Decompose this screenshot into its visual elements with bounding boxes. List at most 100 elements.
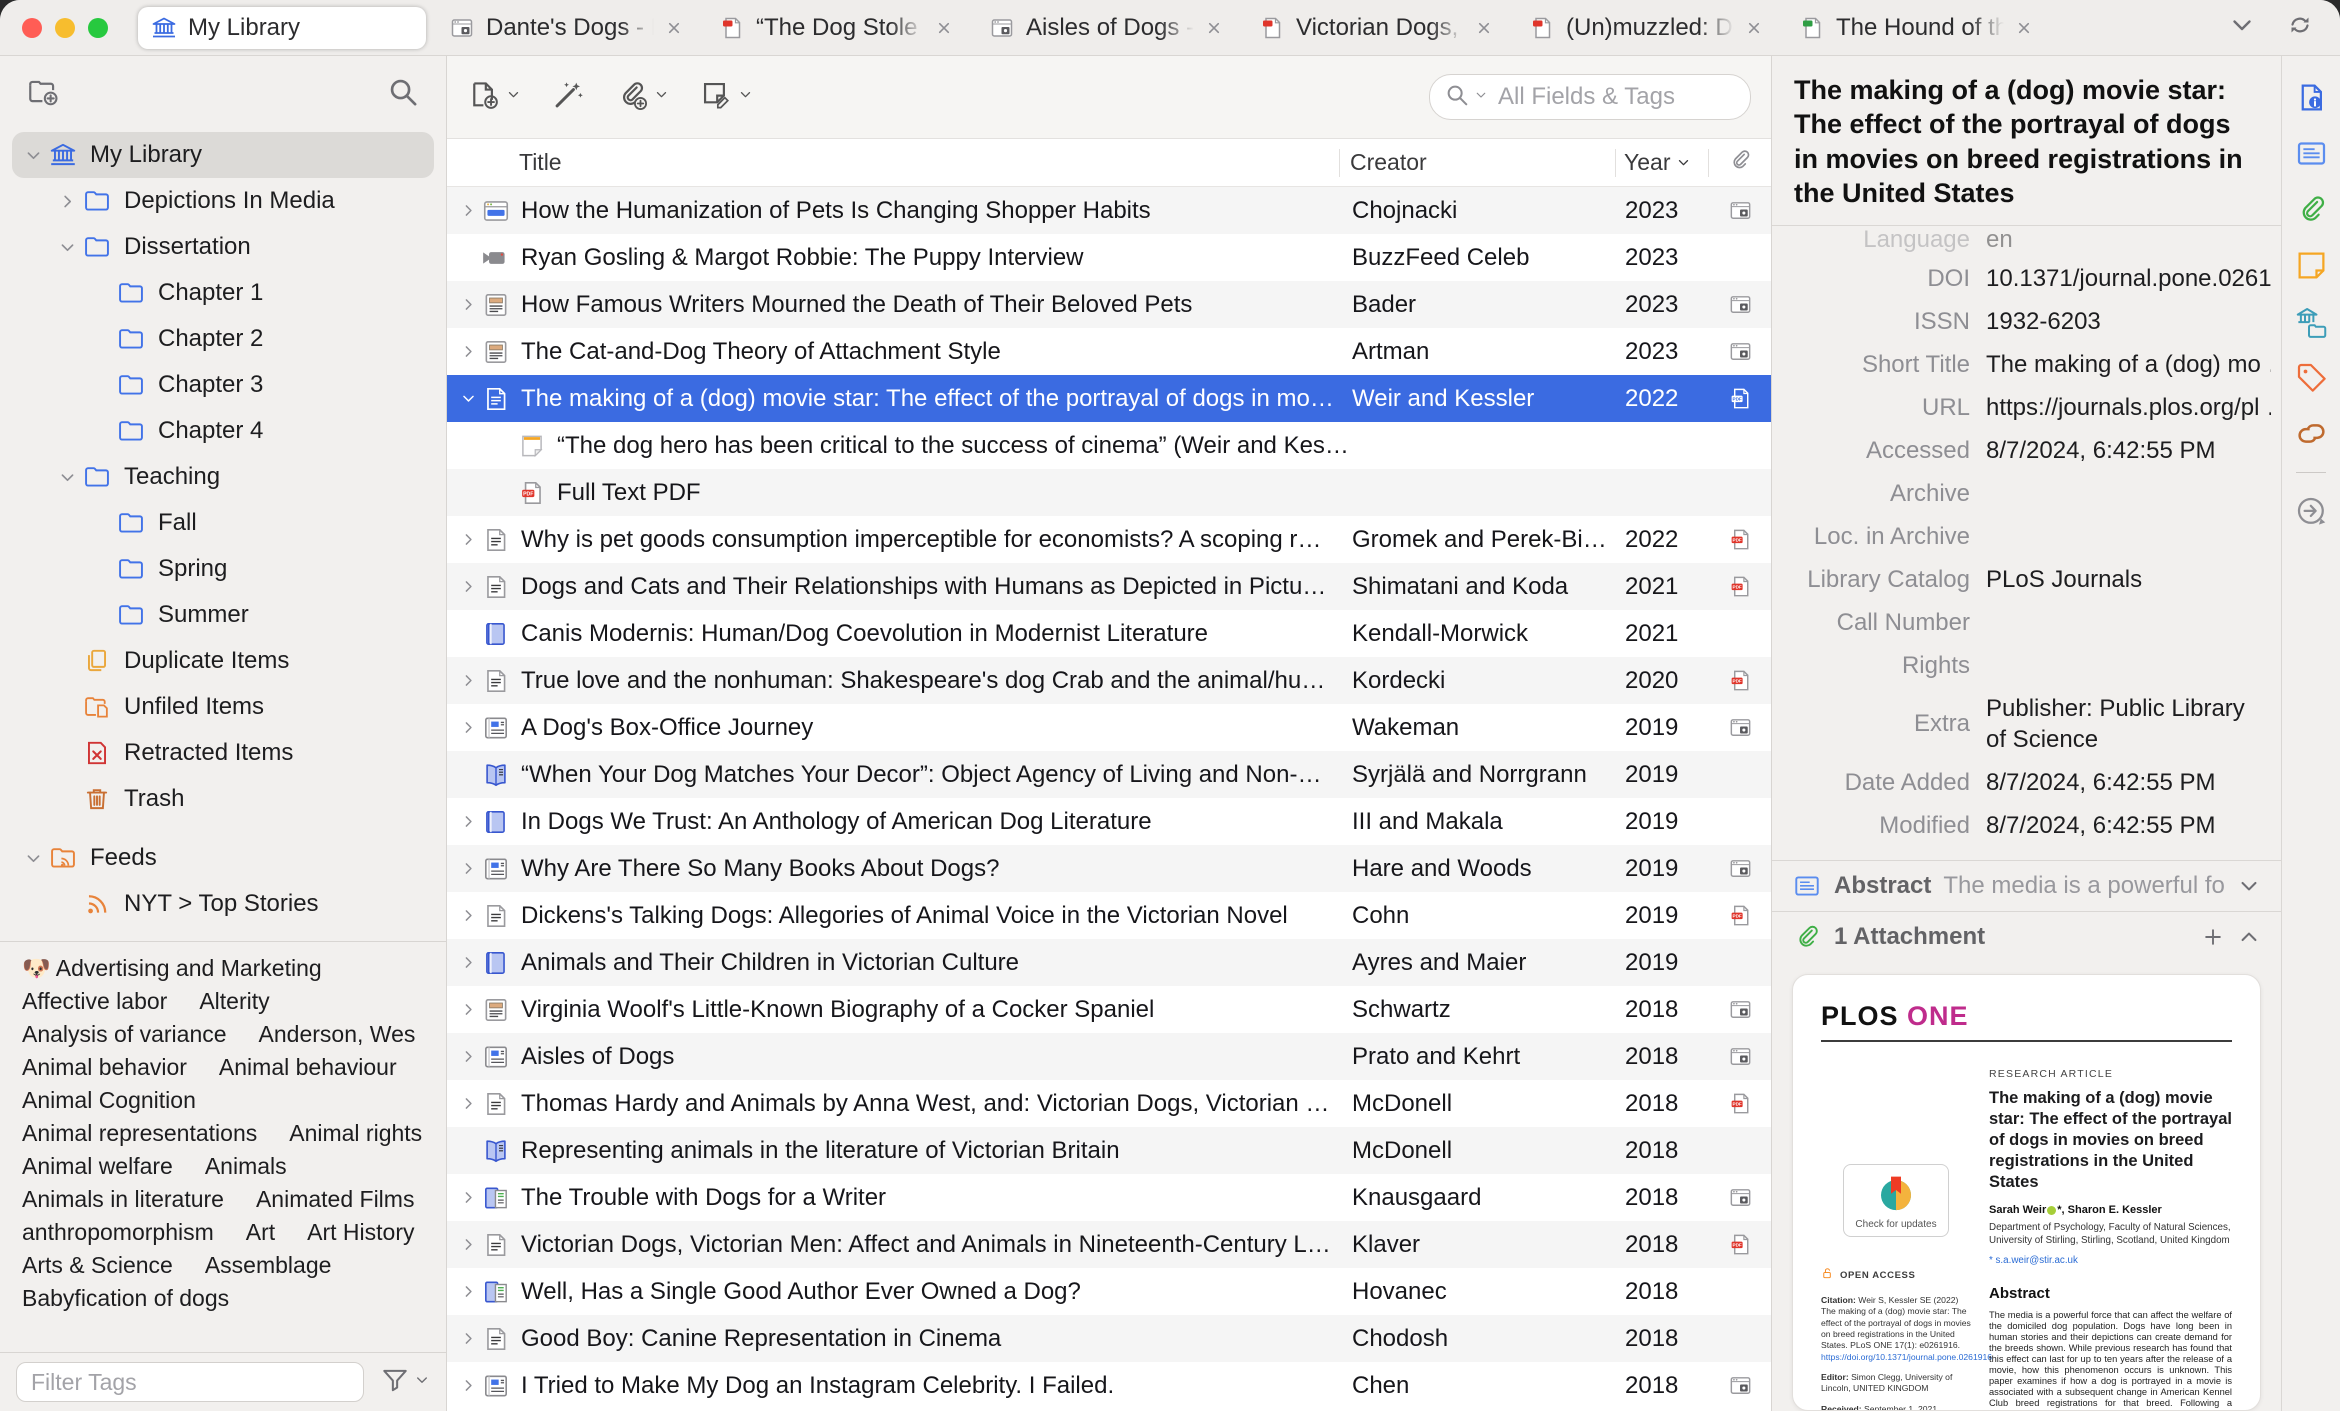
field-value[interactable]: The making of a (dog) mo … [1986, 351, 2271, 379]
tag[interactable]: Animals [205, 1153, 287, 1180]
item-row[interactable]: Canis Modernis: Human/Dog Coevolution in… [447, 610, 1771, 657]
add-attachment-button[interactable] [615, 78, 669, 117]
sidebar-item-chapter-3[interactable]: Chapter 3 [12, 362, 434, 408]
item-row[interactable]: “When Your Dog Matches Your Decor”: Obje… [447, 751, 1771, 798]
item-row[interactable]: A Dog's Box-Office Journey Wakeman 2019 [447, 704, 1771, 751]
sidebar-item-duplicate-items[interactable]: Duplicate Items [12, 638, 434, 684]
column-header-attachment[interactable] [1709, 147, 1771, 179]
sidebar-item-summer[interactable]: Summer [12, 592, 434, 638]
tab-my-library[interactable]: My Library [138, 6, 426, 49]
item-row[interactable]: I Tried to Make My Dog an Instagram Cele… [447, 1362, 1771, 1409]
chevron-right-icon[interactable] [457, 860, 479, 877]
related-pane-icon[interactable] [2294, 416, 2329, 451]
item-row[interactable]: Virginia Woolf's Little-Known Biography … [447, 986, 1771, 1033]
attachment-preview-card[interactable]: PLOS ONE Check for updates OPEN ACCESS C… [1792, 973, 2261, 1411]
libraries-collections-pane-icon[interactable] [2294, 304, 2329, 339]
chevron-down-icon[interactable] [18, 146, 48, 165]
chevron-right-icon[interactable] [457, 343, 479, 360]
tab-list-chevron-icon[interactable] [2228, 11, 2256, 44]
chevron-right-icon[interactable] [457, 531, 479, 548]
item-row[interactable]: Good Boy: Canine Representation in Cinem… [447, 1315, 1771, 1362]
tag[interactable]: Animal behavior [22, 1054, 187, 1081]
close-icon[interactable] [664, 18, 684, 38]
chevron-right-icon[interactable] [457, 1048, 479, 1065]
tab-4[interactable]: Victorian Dogs, Victo [1246, 7, 1506, 49]
add-by-identifier-button[interactable] [551, 78, 585, 117]
chevron-down-icon[interactable] [2237, 874, 2261, 898]
new-note-button[interactable] [699, 78, 753, 117]
chevron-down-icon[interactable] [52, 468, 82, 487]
minimize-window-button[interactable] [55, 17, 75, 38]
tag[interactable]: Art History [307, 1219, 414, 1246]
item-row[interactable]: Victorian Dogs, Victorian Men: Affect an… [447, 1221, 1771, 1268]
tag[interactable]: Alterity [199, 988, 269, 1015]
chevron-right-icon[interactable] [457, 1095, 479, 1112]
field-value[interactable]: 8/7/2024, 6:42:55 PM [1986, 812, 2271, 840]
tab-1[interactable]: Dante's Dogs - Mang [436, 7, 696, 49]
tag[interactable]: Animated Films [256, 1186, 414, 1213]
tab-2[interactable]: “The Dog Stole the P [706, 7, 966, 49]
new-item-button[interactable] [467, 78, 521, 117]
item-row[interactable]: Ryan Gosling & Margot Robbie: The Puppy … [447, 234, 1771, 281]
tags-pane-icon[interactable] [2294, 360, 2329, 395]
sidebar-item-feeds[interactable]: Feeds [12, 835, 434, 881]
tag[interactable]: Anderson, Wes [259, 1021, 416, 1048]
sidebar-item-teaching[interactable]: Teaching [12, 454, 434, 500]
field-value[interactable]: 8/7/2024, 6:42:55 PM [1986, 437, 2271, 465]
attachment-row[interactable]: “The dog hero has been critical to the s… [447, 422, 1771, 469]
chevron-right-icon[interactable] [457, 1283, 479, 1300]
item-row[interactable]: Why is pet goods consumption imperceptib… [447, 516, 1771, 563]
chevron-right-icon[interactable] [457, 1330, 479, 1347]
tag[interactable]: Arts & Science [22, 1252, 173, 1279]
sidebar-item-chapter-2[interactable]: Chapter 2 [12, 316, 434, 362]
item-row[interactable]: Representing animals in the literature o… [447, 1127, 1771, 1174]
item-row[interactable]: Thomas Hardy and Animals by Anna West, a… [447, 1080, 1771, 1127]
tag[interactable]: Analysis of variance [22, 1021, 227, 1048]
item-row[interactable]: Aisles of Dogs Prato and Kehrt 2018 [447, 1033, 1771, 1080]
field-value[interactable]: Publisher: Public Library of Science [1986, 687, 2271, 761]
field-value[interactable]: PLoS Journals [1986, 566, 2271, 594]
chevron-right-icon[interactable] [457, 813, 479, 830]
tag[interactable]: Animals in literature [22, 1186, 224, 1213]
chevron-right-icon[interactable] [457, 719, 479, 736]
search-input[interactable] [1492, 82, 1736, 112]
chevron-right-icon[interactable] [457, 672, 479, 689]
attachments-pane-icon[interactable] [2294, 192, 2329, 227]
chevron-right-icon[interactable] [52, 192, 82, 211]
tag[interactable]: Animal behaviour [219, 1054, 397, 1081]
attachment-row[interactable]: PDF Full Text PDF [447, 469, 1771, 516]
sidebar-item-chapter-1[interactable]: Chapter 1 [12, 270, 434, 316]
item-row[interactable]: Dogs and Cats and Their Relationships wi… [447, 563, 1771, 610]
column-header-title[interactable]: Title [447, 149, 1339, 176]
item-row[interactable]: How Famous Writers Mourned the Death of … [447, 281, 1771, 328]
add-attachment-plus-icon[interactable] [2201, 925, 2225, 949]
sidebar-item-trash[interactable]: Trash [12, 776, 434, 822]
field-value[interactable]: en [1986, 228, 2271, 254]
field-value[interactable]: 1932-6203 [1986, 308, 2271, 336]
close-icon[interactable] [1204, 18, 1224, 38]
sync-icon[interactable] [2286, 11, 2314, 44]
chevron-right-icon[interactable] [457, 1377, 479, 1394]
chevron-right-icon[interactable] [457, 202, 479, 219]
sidebar-item-my-library[interactable]: My Library [12, 132, 434, 178]
attachments-section-header[interactable]: 1 Attachment [1772, 910, 2281, 962]
tab-6[interactable]: The Hound of the Ba [1786, 7, 2046, 49]
abstract-pane-icon[interactable] [2294, 136, 2329, 171]
item-row[interactable]: The making of a (dog) movie star: The ef… [447, 375, 1771, 422]
sidebar-item-fall[interactable]: Fall [12, 500, 434, 546]
tag[interactable]: Animal Cognition [22, 1087, 196, 1114]
chevron-right-icon[interactable] [457, 907, 479, 924]
tab-3[interactable]: Aisles of Dogs - Pra [976, 7, 1236, 49]
tag[interactable]: Affective labor [22, 988, 167, 1015]
item-row[interactable]: In Dogs We Trust: An Anthology of Americ… [447, 798, 1771, 845]
sidebar-item-chapter-4[interactable]: Chapter 4 [12, 408, 434, 454]
tag[interactable]: Art [246, 1219, 275, 1246]
search-box[interactable] [1429, 74, 1751, 120]
item-row[interactable]: How the Humanization of Pets Is Changing… [447, 187, 1771, 234]
abstract-section-header[interactable]: Abstract The media is a powerful forc… [1772, 859, 2281, 911]
sidebar-item-depictions-in-media[interactable]: Depictions In Media [12, 178, 434, 224]
item-row[interactable]: Dickens's Talking Dogs: Allegories of An… [447, 892, 1771, 939]
close-icon[interactable] [934, 18, 954, 38]
zoom-window-button[interactable] [88, 17, 108, 38]
chevron-right-icon[interactable] [457, 954, 479, 971]
